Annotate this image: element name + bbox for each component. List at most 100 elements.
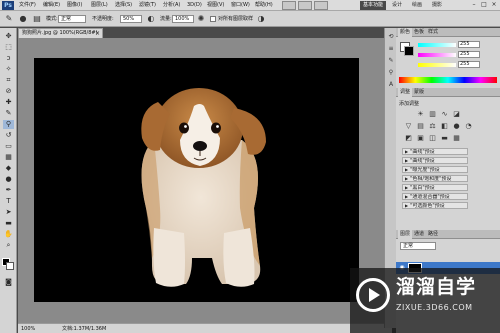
path-selection-tool-icon[interactable]: ➤: [3, 208, 14, 217]
gradient-map-icon[interactable]: ▬: [440, 134, 449, 143]
close-icon[interactable]: ×: [490, 1, 498, 9]
brightness-icon[interactable]: ☀: [416, 110, 425, 119]
tab-layers[interactable]: 图层: [398, 230, 413, 239]
image-canvas[interactable]: [34, 58, 359, 302]
menu-select[interactable]: 选择(S): [115, 0, 132, 11]
minibridge-button[interactable]: [298, 1, 312, 10]
green-value[interactable]: 255: [458, 51, 480, 58]
posterize-icon[interactable]: ▣: [416, 134, 425, 143]
hue-saturation-icon[interactable]: ▤: [416, 122, 425, 131]
close-document-icon[interactable]: ×: [95, 29, 100, 38]
extras-button[interactable]: [314, 1, 328, 10]
opacity-field[interactable]: 50%: [120, 15, 142, 23]
menu-help[interactable]: 帮助(H): [255, 0, 273, 11]
workspace-painting[interactable]: 绘画: [412, 1, 422, 10]
clone-source-icon[interactable]: ⚲: [386, 68, 396, 77]
preset-item[interactable]: ▶ "可选颜色"预设: [402, 202, 468, 209]
dodge-tool-icon[interactable]: ●: [3, 175, 14, 184]
properties-panel-icon[interactable]: ≡: [386, 44, 396, 53]
menu-window[interactable]: 窗口(W): [231, 0, 250, 11]
color-spectrum-bar[interactable]: [399, 77, 497, 83]
crop-tool-icon[interactable]: ⌗: [3, 76, 14, 85]
blue-slider[interactable]: 255: [418, 61, 486, 68]
workspace-photography[interactable]: 摄影: [432, 1, 442, 10]
color-balance-icon[interactable]: ⚖: [428, 122, 437, 131]
invert-icon[interactable]: ◩: [404, 134, 413, 143]
menu-edit[interactable]: 编辑(E): [43, 0, 60, 11]
healing-brush-tool-icon[interactable]: ✚: [3, 98, 14, 107]
preset-item[interactable]: ▶ "曲线"预设: [402, 148, 468, 155]
menu-layer[interactable]: 图层(L): [91, 0, 108, 11]
background-color-swatch[interactable]: [6, 262, 14, 270]
tab-paths[interactable]: 路径: [426, 230, 440, 239]
history-panel-icon[interactable]: ⟲: [386, 32, 396, 41]
workspace-essentials[interactable]: 基本功能: [360, 1, 387, 10]
tab-color[interactable]: 颜色: [398, 28, 413, 37]
exposure-icon[interactable]: ◪: [452, 110, 461, 119]
blue-value[interactable]: 255: [458, 61, 480, 68]
menu-analysis[interactable]: 分析(A): [163, 0, 180, 11]
preset-item[interactable]: ▶ "色相/饱和度"预设: [402, 175, 468, 182]
menu-view[interactable]: 视图(V): [207, 0, 224, 11]
shape-tool-icon[interactable]: ▬: [3, 219, 14, 228]
gradient-tool-icon[interactable]: ▦: [3, 153, 14, 162]
marquee-tool-icon[interactable]: ⬚: [3, 43, 14, 52]
eyedropper-tool-icon[interactable]: ⊘: [3, 87, 14, 96]
blur-tool-icon[interactable]: ◆: [3, 164, 14, 173]
document-tab[interactable]: 狗狗照片.jpg @ 100%(RGB/8#) ×: [18, 28, 103, 38]
blend-mode-select[interactable]: 正常: [400, 242, 436, 250]
pressure-size-icon[interactable]: ◑: [256, 14, 266, 24]
preset-item[interactable]: ▶ "曝光度"预设: [402, 166, 468, 173]
workspace-design[interactable]: 设计: [392, 1, 402, 10]
brush-tool-icon[interactable]: ✎: [3, 109, 14, 118]
zoom-tool-icon[interactable]: ⌕: [3, 241, 14, 250]
lasso-tool-icon[interactable]: ↄ: [3, 54, 14, 63]
selective-color-icon[interactable]: ▦: [452, 134, 461, 143]
menu-image[interactable]: 图像(I): [67, 0, 82, 11]
threshold-icon[interactable]: ◫: [428, 134, 437, 143]
pressure-opacity-icon[interactable]: ◐: [146, 14, 156, 24]
levels-icon[interactable]: ▥: [428, 110, 437, 119]
quick-mask-icon[interactable]: ◙: [3, 278, 14, 287]
tab-masks[interactable]: 蒙版: [412, 88, 426, 97]
green-slider[interactable]: 255: [418, 51, 486, 58]
bridge-button[interactable]: [282, 1, 296, 10]
tab-swatches[interactable]: 色板: [412, 28, 426, 37]
airbrush-icon[interactable]: ✺: [196, 14, 206, 24]
menu-file[interactable]: 文件(F): [19, 0, 36, 11]
zoom-level[interactable]: 100%: [21, 324, 35, 333]
pen-tool-icon[interactable]: ✒: [3, 186, 14, 195]
tab-adjustments[interactable]: 调整: [398, 88, 413, 97]
history-brush-tool-icon[interactable]: ↺: [3, 131, 14, 140]
black-white-icon[interactable]: ◧: [440, 122, 449, 131]
tab-channels[interactable]: 通道: [412, 230, 426, 239]
brush-panel-icon[interactable]: ▤: [32, 14, 42, 24]
move-tool-icon[interactable]: ✥: [3, 32, 14, 41]
curves-icon[interactable]: ∿: [440, 110, 449, 119]
character-panel-icon[interactable]: A: [386, 80, 396, 89]
preset-item[interactable]: ▶ "曲线"预设: [402, 157, 468, 164]
minimize-icon[interactable]: –: [470, 1, 478, 9]
tab-styles[interactable]: 样式: [426, 28, 440, 37]
mode-select[interactable]: 正常: [58, 15, 86, 23]
eraser-tool-icon[interactable]: ▭: [3, 142, 14, 151]
preset-item[interactable]: ▶ "通道混合器"预设: [402, 193, 468, 200]
red-value[interactable]: 255: [458, 41, 480, 48]
flow-field[interactable]: 100%: [172, 15, 194, 23]
maximize-icon[interactable]: □: [480, 1, 488, 9]
menu-3d[interactable]: 3D(D): [187, 0, 202, 11]
brush-presets-icon[interactable]: ✎: [386, 56, 396, 65]
clone-stamp-icon[interactable]: ✎: [4, 14, 14, 24]
preset-item[interactable]: ▶ "黑白"预设: [402, 184, 468, 191]
hand-tool-icon[interactable]: ✋: [3, 230, 14, 239]
channel-mixer-icon[interactable]: ◔: [464, 122, 473, 131]
vibrance-icon[interactable]: ▽: [404, 122, 413, 131]
red-slider[interactable]: 255: [418, 41, 486, 48]
clone-stamp-tool-icon[interactable]: ⚲: [3, 120, 14, 129]
sample-all-checkbox[interactable]: [210, 16, 216, 22]
menu-filter[interactable]: 滤镜(T): [139, 0, 156, 11]
magic-wand-tool-icon[interactable]: ✧: [3, 65, 14, 74]
photo-filter-icon[interactable]: ●: [452, 122, 461, 131]
type-tool-icon[interactable]: T: [3, 197, 14, 206]
panel-background-swatch[interactable]: [404, 46, 414, 56]
